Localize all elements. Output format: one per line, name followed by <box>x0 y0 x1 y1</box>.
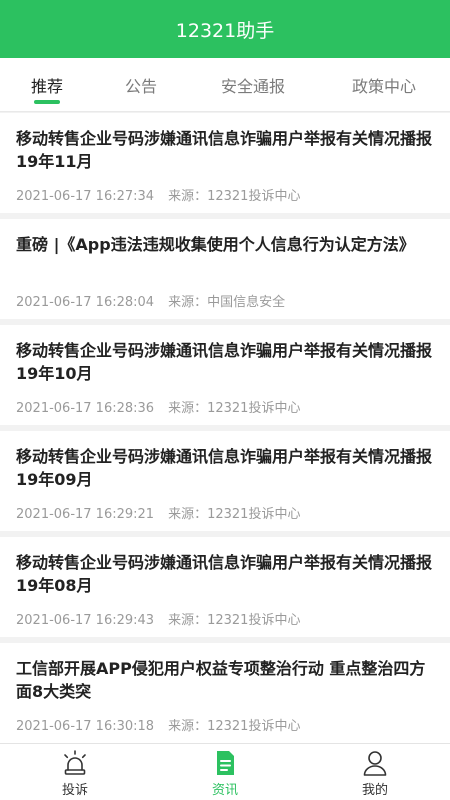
news-source-label: 来源： <box>168 613 208 628</box>
app-root: 12321助手 推荐 公告 安全通报 政策中心 移动转售企业号码涉嫌通讯信息诈骗… <box>0 0 450 800</box>
news-source: 12321投诉中心 <box>207 719 301 734</box>
active-tab-indicator <box>34 100 60 104</box>
news-title: 重磅 |《App违法违规收集使用个人信息行为认定方法》 <box>16 235 415 254</box>
news-meta: 2021-06-17 16:27:34 来源：12321投诉中心 <box>16 185 434 204</box>
tab-policy-center[interactable]: 政策中心 <box>318 58 450 112</box>
news-source-label: 来源： <box>168 507 208 522</box>
nav-mine[interactable]: 我的 <box>300 744 450 800</box>
news-meta: 2021-06-17 16:28:04 来源：中国信息安全 <box>16 291 434 310</box>
news-source: 12321投诉中心 <box>207 401 301 416</box>
news-meta: 2021-06-17 16:30:18 来源：12321投诉中心 <box>16 715 434 734</box>
alarm-icon <box>64 750 86 775</box>
news-meta: 2021-06-17 16:29:21 来源：12321投诉中心 <box>16 503 434 522</box>
news-time: 2021-06-17 16:29:43 <box>16 613 155 628</box>
tab-label: 政策中心 <box>351 77 416 96</box>
app-title: 12321助手 <box>175 19 275 42</box>
nav-complaint[interactable]: 投诉 <box>0 744 150 800</box>
news-item[interactable]: 移动转售企业号码涉嫌通讯信息诈骗用户举报有关情况播报19年10月 2021-06… <box>0 325 450 425</box>
tab-security-bulletin[interactable]: 安全通报 <box>188 58 318 112</box>
news-list[interactable]: 移动转售企业号码涉嫌通讯信息诈骗用户举报有关情况播报19年11月 2021-06… <box>0 113 450 743</box>
category-tabs: 推荐 公告 安全通报 政策中心 <box>0 58 450 112</box>
tab-announcement[interactable]: 公告 <box>94 58 188 112</box>
news-item[interactable]: 重磅 |《App违法违规收集使用个人信息行为认定方法》 2021-06-17 1… <box>0 219 450 319</box>
news-item[interactable]: 移动转售企业号码涉嫌通讯信息诈骗用户举报有关情况播报19年08月 2021-06… <box>0 537 450 637</box>
news-title: 工信部开展APP侵犯用户权益专项整治行动 重点整治四方面8大类突 <box>16 659 426 701</box>
news-source: 中国信息安全 <box>207 295 286 310</box>
news-time: 2021-06-17 16:27:34 <box>16 189 155 204</box>
nav-news[interactable]: 资讯 <box>150 744 300 800</box>
news-source-label: 来源： <box>168 295 208 310</box>
document-icon <box>217 751 234 775</box>
news-item[interactable]: 移动转售企业号码涉嫌通讯信息诈骗用户举报有关情况播报19年09月 2021-06… <box>0 431 450 531</box>
news-item[interactable]: 移动转售企业号码涉嫌通讯信息诈骗用户举报有关情况播报19年11月 2021-06… <box>0 113 450 213</box>
news-source-label: 来源： <box>168 719 208 734</box>
news-source: 12321投诉中心 <box>207 507 301 522</box>
news-item[interactable]: 工信部开展APP侵犯用户权益专项整治行动 重点整治四方面8大类突 2021-06… <box>0 643 450 743</box>
nav-label: 我的 <box>361 783 388 798</box>
tab-label: 安全通报 <box>220 77 285 96</box>
news-time: 2021-06-17 16:28:36 <box>16 401 155 416</box>
news-time: 2021-06-17 16:30:18 <box>16 719 155 734</box>
news-time: 2021-06-17 16:29:21 <box>16 507 155 522</box>
news-source-label: 来源： <box>168 401 208 416</box>
news-title: 移动转售企业号码涉嫌通讯信息诈骗用户举报有关情况播报19年08月 <box>16 553 433 595</box>
news-source: 12321投诉中心 <box>207 613 301 628</box>
bottom-navigation: 投诉 资讯 我的 <box>0 743 450 800</box>
tab-label: 推荐 <box>30 77 63 96</box>
news-source: 12321投诉中心 <box>207 189 301 204</box>
news-title: 移动转售企业号码涉嫌通讯信息诈骗用户举报有关情况播报19年10月 <box>16 341 433 383</box>
news-meta: 2021-06-17 16:28:36 来源：12321投诉中心 <box>16 397 434 416</box>
news-title: 移动转售企业号码涉嫌通讯信息诈骗用户举报有关情况播报19年09月 <box>16 447 433 489</box>
user-icon <box>363 751 387 776</box>
news-title: 移动转售企业号码涉嫌通讯信息诈骗用户举报有关情况播报19年11月 <box>16 129 433 171</box>
app-header: 12321助手 <box>0 0 450 58</box>
news-source-label: 来源： <box>168 189 208 204</box>
nav-label: 资讯 <box>211 783 238 798</box>
news-time: 2021-06-17 16:28:04 <box>16 295 155 310</box>
nav-label: 投诉 <box>61 783 88 798</box>
tab-label: 公告 <box>124 77 157 96</box>
news-meta: 2021-06-17 16:29:43 来源：12321投诉中心 <box>16 609 434 628</box>
